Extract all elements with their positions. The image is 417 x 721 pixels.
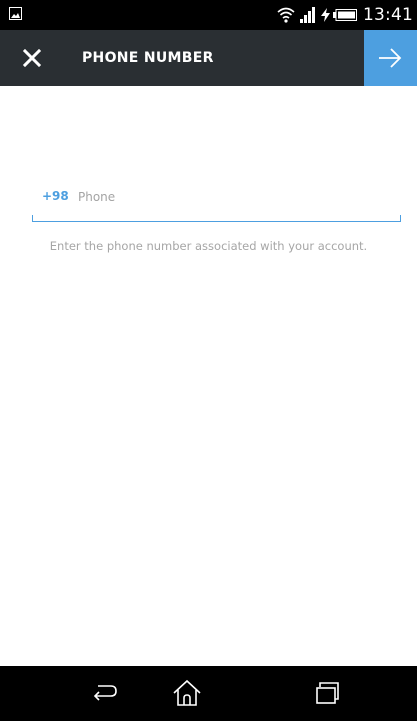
battery-icon (333, 9, 357, 21)
status-bar: 13:41 (0, 0, 417, 30)
recent-apps-icon[interactable] (311, 678, 345, 708)
page-title: PHONE NUMBER (82, 50, 214, 66)
country-code[interactable]: +98 (42, 189, 69, 203)
phone-input-underline (32, 215, 401, 222)
navigation-bar (0, 666, 417, 721)
arrow-right-icon (379, 48, 402, 68)
signal-icon (300, 7, 316, 23)
phone-hint: Enter the phone number associated with y… (49, 239, 368, 253)
close-icon[interactable] (22, 48, 42, 68)
image-notification-icon (9, 7, 22, 20)
status-icons: 13:41 (277, 0, 413, 30)
charging-icon (321, 8, 330, 22)
home-icon[interactable] (170, 678, 204, 708)
wifi-icon (277, 7, 295, 23)
action-bar: PHONE NUMBER (0, 30, 417, 86)
phone-row: +98 (32, 186, 401, 210)
phone-input[interactable] (76, 186, 396, 208)
screen: 13:41 PHONE NUMBER +98 Enter the phone n… (0, 0, 417, 721)
status-time: 13:41 (363, 5, 413, 25)
next-button[interactable] (364, 30, 417, 86)
back-icon[interactable] (88, 678, 122, 708)
